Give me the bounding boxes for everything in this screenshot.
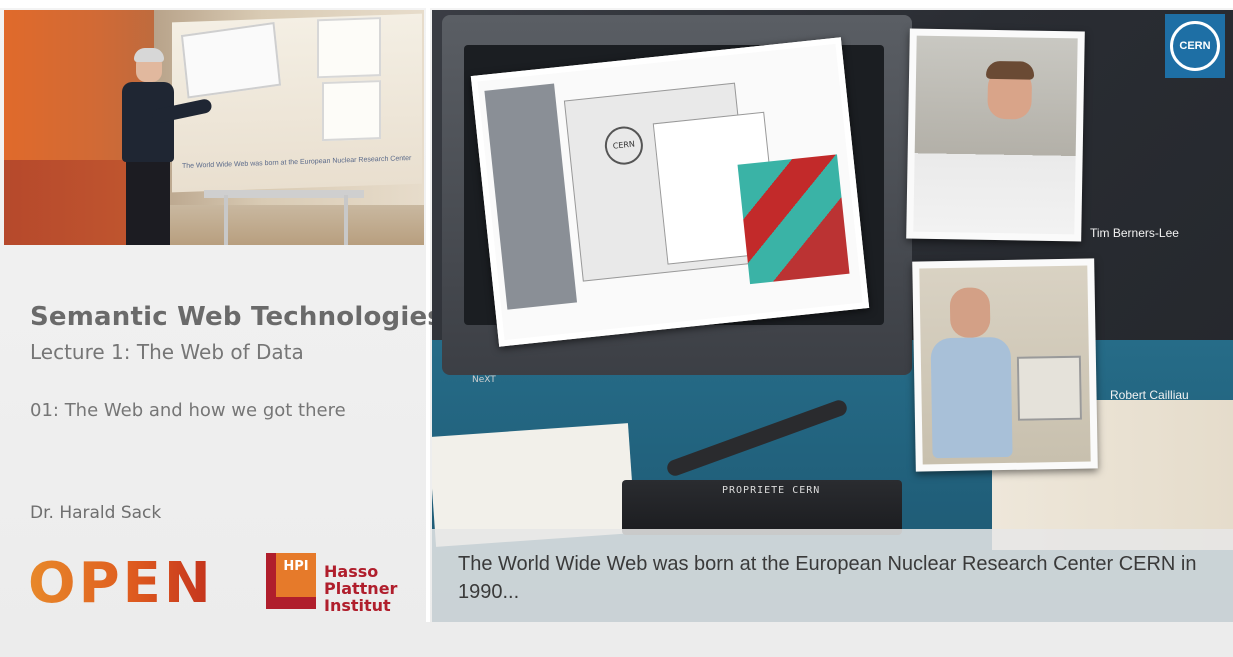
photo-rc-image (919, 265, 1091, 465)
lecture-subtitle: 01: The Web and how we got there (30, 400, 346, 421)
screen-graphic (737, 154, 850, 285)
board-leg (224, 195, 228, 245)
lecturer-body (122, 82, 174, 162)
institute-name: Hasso Plattner Institut (324, 563, 397, 614)
photo-tbl-image (913, 35, 1078, 235)
institute-line-1: Hasso (324, 562, 379, 581)
institute-line-2: Plattner (324, 579, 398, 598)
open-hpi-logo-text: OPEN (28, 551, 214, 616)
photo-label-robert-cailliau: Robert Cailliau (1110, 388, 1189, 402)
slide-caption: The World Wide Web was born at the Europ… (458, 553, 1197, 603)
keyboard-brand-label: PROPRIETE CERN (722, 485, 821, 496)
screen-panel-left (484, 83, 578, 310)
projected-photo-1 (317, 17, 381, 79)
lecture-title: Lecture 1: The Web of Data (30, 340, 304, 364)
video-floor (154, 205, 424, 245)
hpi-badge: HPI (283, 559, 309, 574)
portrait-face (949, 287, 991, 338)
portrait-shirt (930, 336, 1013, 459)
cern-logo-text: CERN (1179, 40, 1211, 52)
lecture-player-frame: The World Wide Web was born at the Europ… (0, 0, 1233, 657)
speaker-name: Dr. Harald Sack (30, 503, 162, 523)
projected-photo-2 (322, 80, 381, 142)
photo-tim-berners-lee (906, 28, 1085, 242)
keyboard: PROPRIETE CERN (622, 480, 902, 535)
photo-label-tim-berners-lee: Tim Berners-Lee (1090, 226, 1179, 240)
monitor-screen-photo: CERN (470, 37, 870, 347)
hpi-logo-icon: HPI (266, 553, 316, 609)
monitor-brand-label: NeXT (472, 375, 496, 385)
lecturer-figure (112, 48, 213, 245)
whiteboard-tray (204, 190, 364, 198)
cern-logo-icon: CERN (1165, 14, 1225, 78)
cern-logo-ring: CERN (1170, 21, 1220, 71)
projected-monitor-image (180, 22, 282, 99)
lecturer-hair (134, 48, 164, 62)
portrait-hair (985, 60, 1035, 80)
lecturer-video[interactable]: The World Wide Web was born at the Europ… (4, 10, 424, 245)
portrait-computer (1016, 355, 1082, 421)
slide-image[interactable]: NeXT CERN PROPRIETE CERN CERN Tim Berner… (432, 10, 1233, 622)
top-border (0, 0, 1233, 8)
board-leg (344, 195, 348, 245)
institute-line-3: Institut (324, 596, 391, 615)
course-title: Semantic Web Technologies (30, 302, 443, 332)
projected-caption: The World Wide Web was born at the Europ… (182, 155, 412, 171)
lecturer-legs (126, 162, 170, 245)
photo-robert-cailliau (912, 258, 1098, 472)
